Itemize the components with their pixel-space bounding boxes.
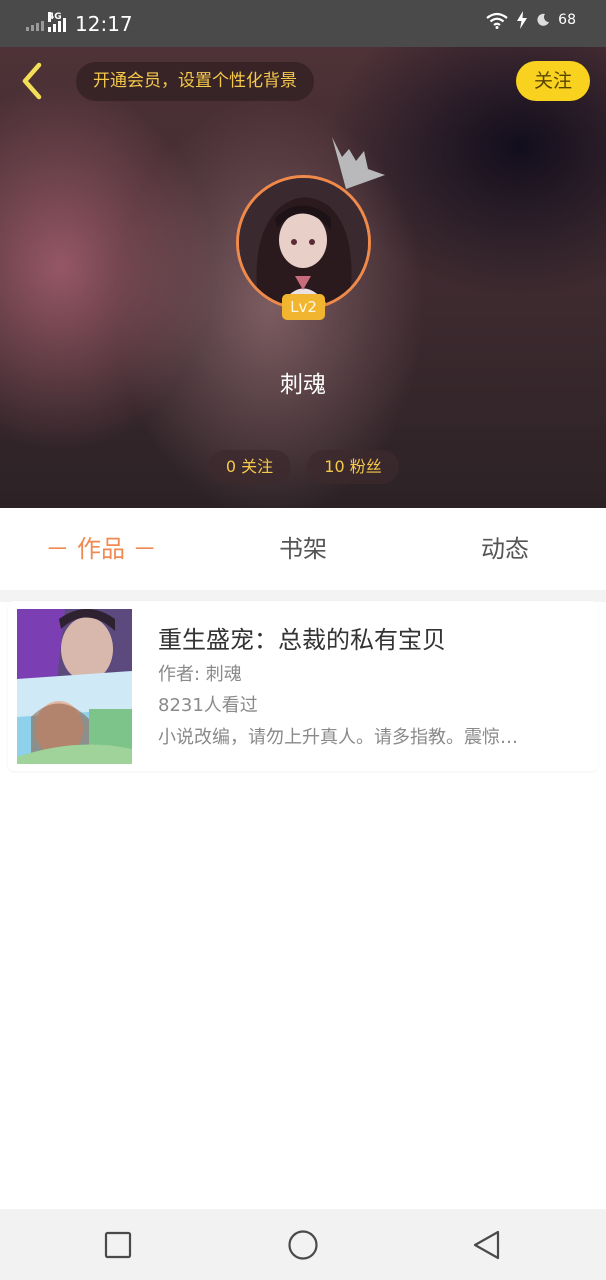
- book-cover-image: [17, 609, 132, 764]
- moon-icon: [537, 13, 550, 26]
- fans-count[interactable]: 10 粉丝: [307, 450, 399, 484]
- status-bar: 4G 12:17 68: [0, 0, 606, 47]
- work-list-item[interactable]: 重生盛宠：总裁的私有宝贝 作者: 刺魂 8231人看过 小说改编，请勿上升真人。…: [8, 601, 598, 771]
- system-nav-bar: [0, 1209, 606, 1280]
- charging-icon: [517, 11, 528, 29]
- username: 刺魂: [280, 372, 326, 398]
- level-badge: Lv2: [282, 294, 325, 320]
- network-type: 4G: [48, 12, 62, 22]
- tab-works[interactable]: － 作品 －: [30, 508, 172, 590]
- book-description: 小说改编，请勿上升真人。请多指教。震惊…: [158, 727, 518, 748]
- profile-tabs: － 作品 － 书架 动态: [0, 508, 606, 590]
- follow-button[interactable]: 关注: [516, 61, 590, 101]
- book-title[interactable]: 重生盛宠：总裁的私有宝贝: [158, 620, 446, 655]
- tab-activity[interactable]: 动态: [434, 508, 576, 590]
- status-left: 4G 12:17: [26, 12, 133, 36]
- profile-header: 开通会员，设置个性化背景 关注 Lv2 刺魂 0 关注 10 粉丝: [0, 47, 606, 508]
- book-view-count: 8231人看过: [158, 695, 258, 716]
- back-arrow-icon[interactable]: [16, 61, 48, 101]
- vip-background-promo[interactable]: 开通会员，设置个性化背景: [76, 62, 314, 101]
- book-cover[interactable]: [17, 609, 132, 764]
- book-author: 作者: 刺魂: [158, 664, 242, 685]
- recent-apps-icon[interactable]: [102, 1229, 134, 1261]
- avatar-image: [239, 178, 368, 307]
- clock: 12:17: [75, 12, 133, 36]
- status-right: 68: [486, 11, 576, 29]
- mobile-data-icon: 4G: [48, 12, 66, 32]
- avatar[interactable]: [236, 175, 371, 310]
- back-triangle-icon[interactable]: [471, 1229, 503, 1261]
- tab-bookshelf[interactable]: 书架: [233, 508, 373, 590]
- wifi-icon: [486, 12, 508, 29]
- home-circle-icon[interactable]: [287, 1229, 319, 1261]
- battery-level: 68: [558, 12, 576, 28]
- signal-icon: [26, 17, 44, 31]
- following-count[interactable]: 0 关注: [208, 450, 291, 484]
